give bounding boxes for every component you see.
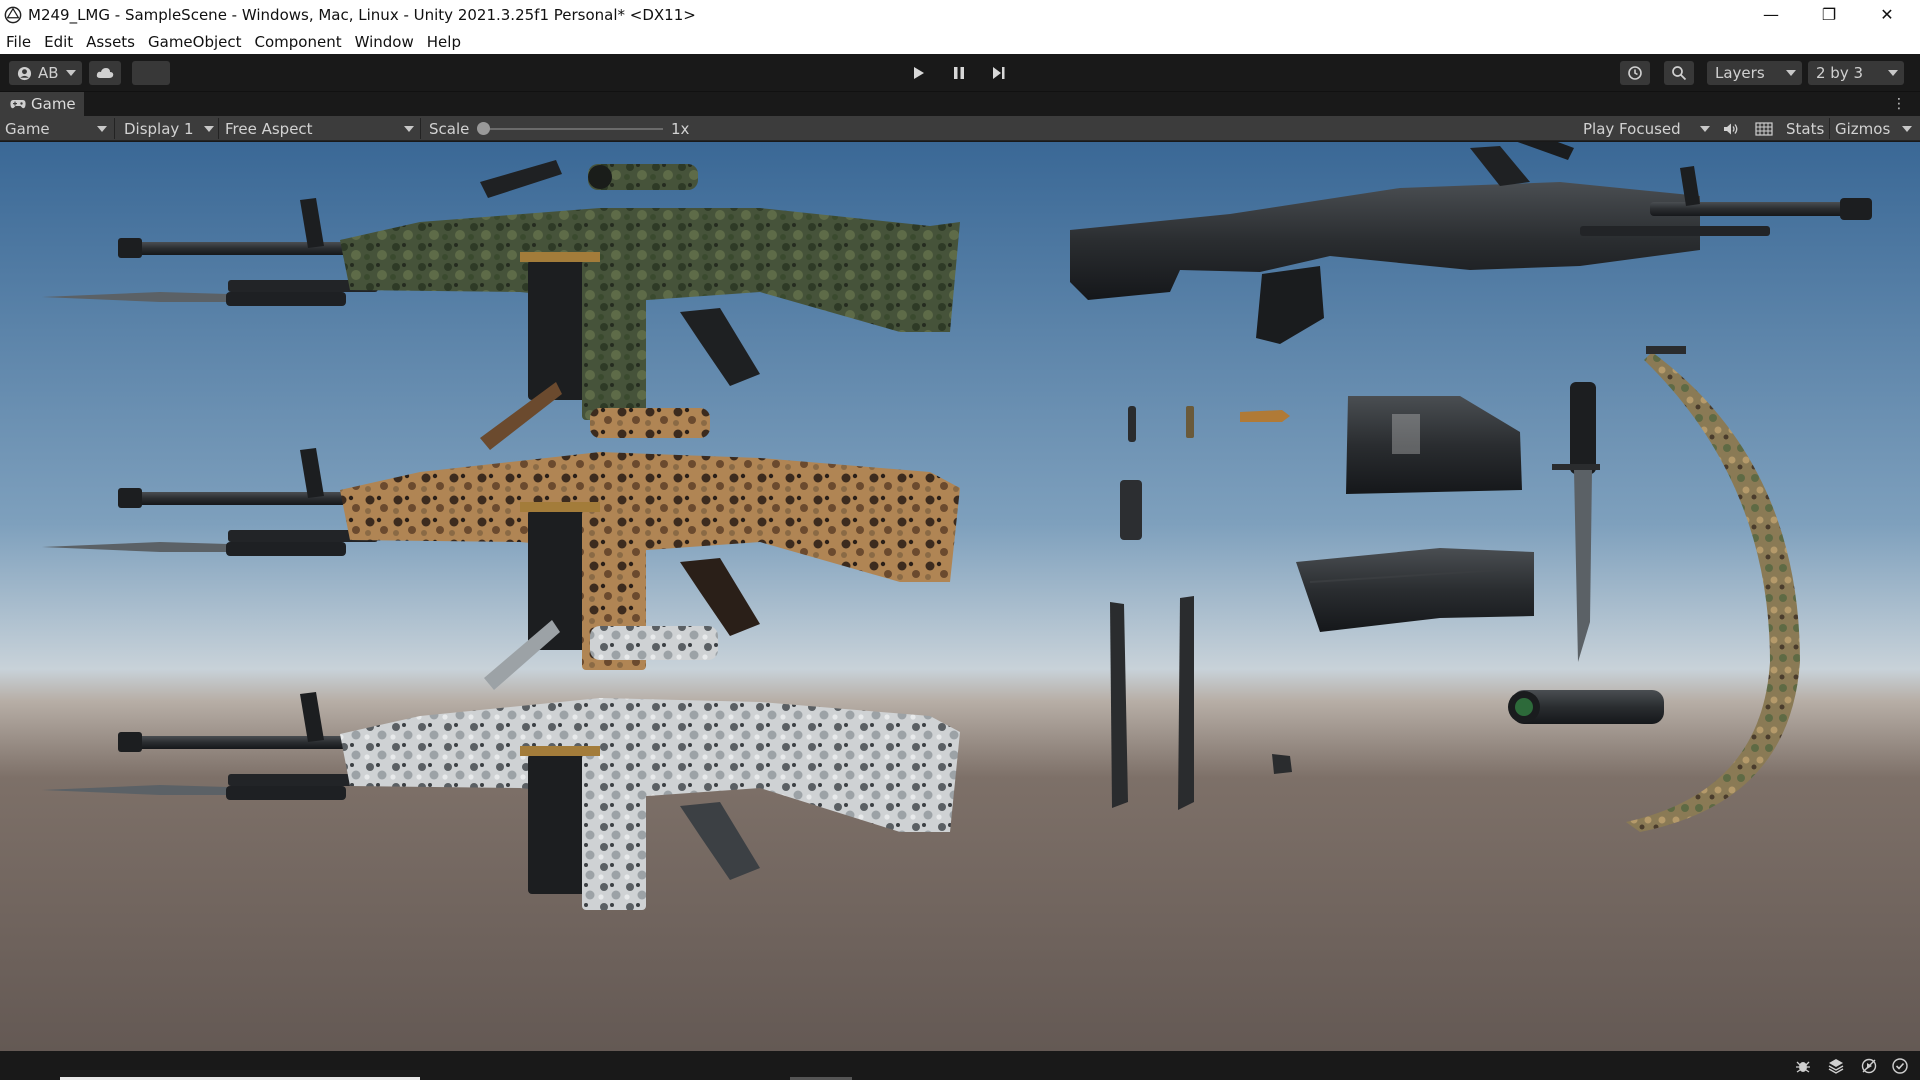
play-icon — [914, 67, 924, 79]
menu-assets[interactable]: Assets — [86, 33, 135, 51]
layout-label: 2 by 3 — [1816, 64, 1864, 82]
tab-game[interactable]: Game — [0, 92, 84, 116]
game-viewport[interactable] — [0, 142, 1920, 1051]
play-button[interactable] — [904, 61, 934, 85]
view-select-label: Game — [5, 119, 50, 138]
scale-label: Scale — [429, 116, 469, 141]
tab-strip: Game ⋮ — [0, 92, 1920, 116]
menu-edit[interactable]: Edit — [44, 33, 73, 51]
scale-slider-handle[interactable] — [477, 122, 490, 135]
play-mode-select[interactable]: Play Focused — [1583, 116, 1681, 141]
close-icon: ✕ — [1880, 5, 1894, 24]
layout-dropdown[interactable]: 2 by 3 — [1808, 61, 1904, 85]
menu-bar: File Edit Assets GameObject Component Wi… — [0, 29, 1920, 54]
menu-help[interactable]: Help — [427, 33, 461, 51]
play-mode-label: Play Focused — [1583, 119, 1681, 138]
account-dropdown[interactable]: AB — [9, 61, 82, 85]
unity-logo-icon — [4, 6, 22, 23]
display-select[interactable]: Display 1 — [124, 116, 194, 141]
gizmos-label: Gizmos — [1835, 119, 1891, 138]
step-icon — [993, 67, 1005, 79]
scale-slider-track[interactable] — [483, 128, 663, 130]
pause-icon — [954, 67, 964, 79]
scope — [1508, 690, 1664, 724]
minimize-button[interactable]: — — [1742, 0, 1800, 29]
menu-window[interactable]: Window — [355, 33, 414, 51]
maximize-icon: ❐ — [1821, 5, 1837, 24]
pause-button[interactable] — [944, 61, 974, 85]
search-button[interactable] — [1664, 61, 1694, 85]
main-toolbar: AB Layers 2 by 3 — [0, 54, 1920, 92]
history-button[interactable] — [1620, 61, 1650, 85]
resolution-button[interactable] — [1755, 116, 1773, 141]
scale-value: 1x — [671, 116, 689, 141]
menu-component[interactable]: Component — [255, 33, 342, 51]
stats-label: Stats — [1786, 119, 1825, 138]
aspect-select-label: Free Aspect — [225, 119, 313, 138]
maximize-button[interactable]: ❐ — [1800, 0, 1858, 29]
layers-label: Layers — [1715, 64, 1765, 82]
debug-icon[interactable] — [1793, 1056, 1813, 1076]
history-icon — [1628, 66, 1642, 80]
account-icon — [17, 66, 32, 80]
cloud-button[interactable] — [89, 61, 121, 85]
grid-icon — [1755, 121, 1773, 136]
status-ok-icon[interactable] — [1890, 1056, 1910, 1076]
layers-dropdown[interactable]: Layers — [1707, 61, 1802, 85]
game-view-toolbar: Game Display 1 Free Aspect Scale 1x Play… — [0, 116, 1920, 141]
minimize-icon: — — [1763, 5, 1779, 24]
cache-icon[interactable] — [1826, 1056, 1846, 1076]
mute-audio-button[interactable] — [1723, 116, 1739, 141]
step-button[interactable] — [984, 61, 1014, 85]
gizmos-button[interactable]: Gizmos — [1835, 116, 1890, 141]
status-bar — [0, 1051, 1920, 1080]
scene-render — [0, 142, 1920, 1051]
display-select-label: Display 1 — [124, 119, 194, 138]
search-icon — [1672, 66, 1687, 81]
close-button[interactable]: ✕ — [1858, 0, 1916, 29]
title-bar: M249_LMG - SampleScene - Windows, Mac, L… — [0, 0, 1920, 29]
aspect-select[interactable]: Free Aspect — [225, 116, 313, 141]
auto-generate-lighting-icon[interactable] — [1859, 1056, 1879, 1076]
account-label: AB — [38, 64, 59, 82]
gamepad-icon — [10, 100, 26, 109]
menu-gameobject[interactable]: GameObject — [148, 33, 242, 51]
cloud-icon — [96, 68, 114, 78]
view-select[interactable]: Game — [5, 116, 50, 141]
tab-menu-icon[interactable]: ⋮ — [1892, 96, 1906, 112]
window-title: M249_LMG - SampleScene - Windows, Mac, L… — [28, 5, 696, 24]
stats-button[interactable]: Stats — [1786, 116, 1824, 141]
tab-game-label: Game — [31, 95, 76, 113]
speaker-icon — [1724, 123, 1738, 134]
scale-label-text: Scale — [429, 119, 470, 138]
scale-value-text: 1x — [671, 119, 690, 138]
collab-button[interactable] — [132, 61, 170, 85]
menu-file[interactable]: File — [6, 33, 31, 51]
